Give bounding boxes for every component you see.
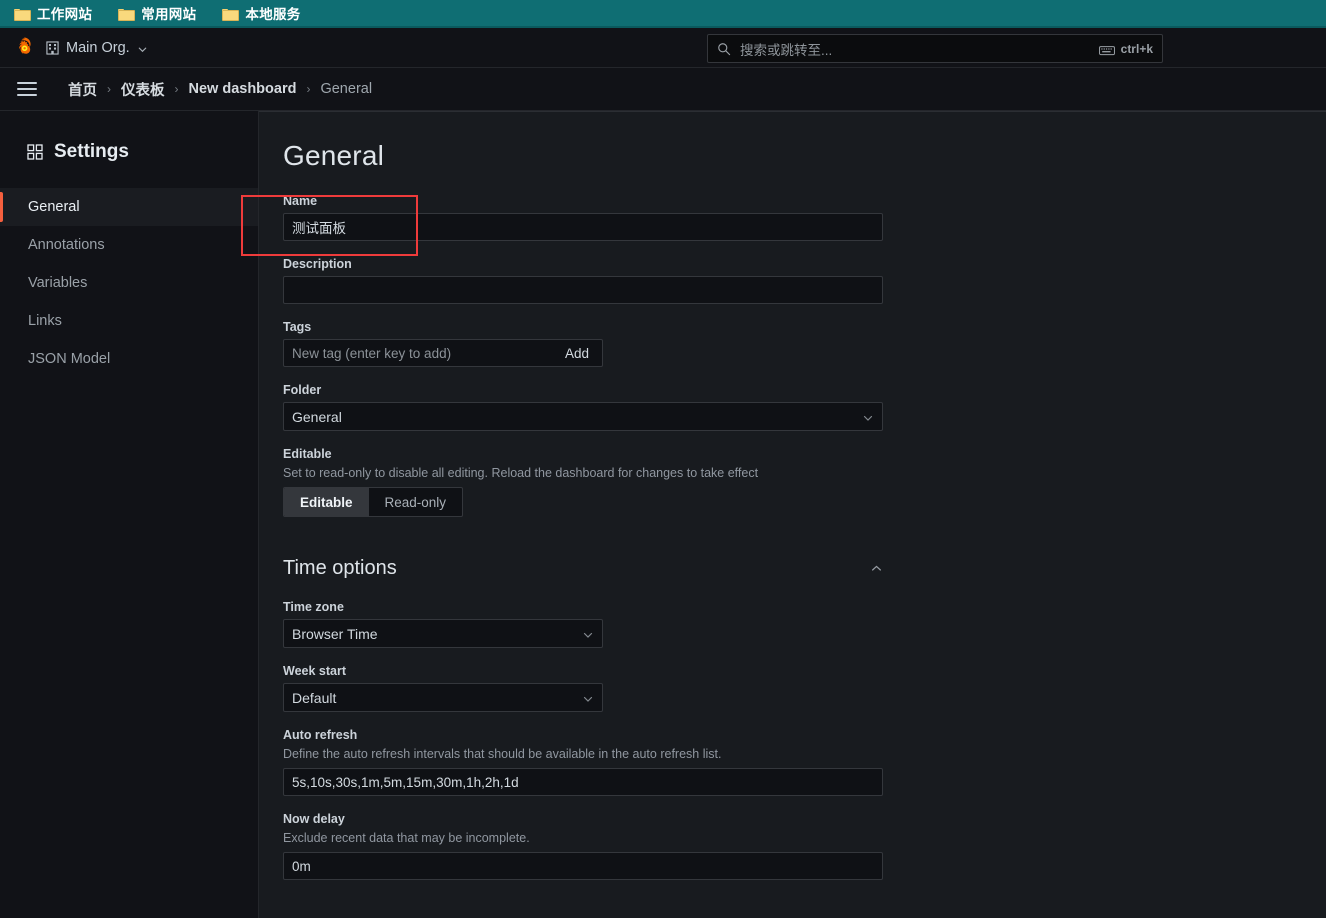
week-start-select[interactable]: Default: [283, 683, 603, 712]
breadcrumb-item-new-dashboard[interactable]: New dashboard: [183, 79, 303, 99]
settings-sidebar: Settings General Annotations Variables L…: [0, 111, 259, 918]
chevron-up-icon[interactable]: [870, 562, 883, 575]
auto-refresh-description: Define the auto refresh intervals that s…: [283, 747, 722, 761]
folder-label: Folder: [283, 383, 322, 397]
top-navigation-bar: Main Org. 搜索或跳转至... ctrl+k: [0, 28, 1326, 68]
keyboard-icon: [1098, 43, 1115, 56]
folder-selected-value: General: [292, 408, 342, 425]
section-title-general: General: [283, 140, 385, 171]
sidebar-item-links[interactable]: Links: [0, 302, 258, 340]
breadcrumb-separator: ›: [306, 82, 311, 96]
chevron-down-icon: [582, 628, 594, 640]
org-name-label: Main Org.: [66, 39, 130, 56]
folder-select[interactable]: General: [283, 402, 883, 431]
name-label: Name: [283, 194, 318, 208]
time-zone-label: Time zone: [283, 600, 344, 614]
editable-field-group: Editable Set to read-only to disable all…: [283, 447, 1326, 517]
chevron-down-icon: [862, 411, 874, 423]
bookmark-folder-2[interactable]: 常用网站: [118, 3, 196, 23]
chevron-down-icon: [137, 42, 148, 53]
search-shortcut-label: ctrl+k: [1120, 41, 1153, 56]
now-delay-label: Now delay: [283, 812, 345, 826]
grafana-logo-icon: [14, 37, 36, 59]
sidebar-item-label: JSON Model: [28, 351, 111, 367]
editable-radio-group: Editable Read-only: [283, 487, 464, 517]
now-delay-field-group: Now delay Exclude recent data that may b…: [283, 812, 1326, 880]
breadcrumb-item-home[interactable]: 首页: [62, 77, 103, 102]
folder-icon: [118, 7, 136, 21]
tags-label: Tags: [283, 320, 312, 334]
settings-header: Settings: [0, 141, 258, 163]
breadcrumb-bar: 首页 › 仪表板 › New dashboard › General: [0, 68, 1326, 111]
time-zone-selected-value: Browser Time: [292, 625, 378, 642]
org-switcher[interactable]: Main Org.: [0, 37, 148, 59]
now-delay-description: Exclude recent data that may be incomple…: [283, 831, 530, 845]
bookmark-folder-1[interactable]: 工作网站: [14, 3, 92, 23]
description-input[interactable]: [283, 276, 883, 304]
editable-option-readonly[interactable]: Read-only: [369, 488, 463, 516]
bookmark-label: 本地服务: [245, 7, 301, 22]
time-zone-field-group: Time zone Browser Time: [283, 600, 1326, 648]
tags-input[interactable]: [284, 340, 552, 366]
hamburger-menu-icon[interactable]: [17, 82, 37, 96]
editable-option-editable[interactable]: Editable: [284, 488, 369, 516]
week-start-selected-value: Default: [292, 689, 337, 706]
breadcrumb-item-general[interactable]: General: [314, 79, 378, 99]
editable-description: Set to read-only to disable all editing.…: [283, 466, 759, 480]
sidebar-item-label: Annotations: [28, 237, 105, 253]
sidebar-item-annotations[interactable]: Annotations: [0, 226, 258, 264]
sidebar-item-general[interactable]: General: [0, 188, 258, 226]
sidebar-item-label: Links: [28, 313, 62, 329]
search-icon: [717, 42, 731, 56]
auto-refresh-input[interactable]: 5s,10s,30s,1m,5m,15m,30m,1h,2h,1d: [283, 768, 883, 796]
now-delay-input[interactable]: 0m: [283, 852, 883, 880]
search-input[interactable]: 搜索或跳转至... ctrl+k: [707, 34, 1163, 63]
browser-bookmark-bar: 工作网站 常用网站 本地服务: [0, 0, 1326, 28]
breadcrumb-item-dashboards[interactable]: 仪表板: [115, 77, 171, 102]
sidebar-item-label: General: [28, 199, 80, 215]
folder-icon: [14, 7, 31, 21]
auto-refresh-label: Auto refresh: [283, 728, 358, 742]
page-title: Settings: [54, 141, 129, 162]
breadcrumb-separator: ›: [174, 82, 179, 96]
sidebar-item-label: Variables: [28, 275, 88, 291]
apps-grid-icon: [27, 144, 43, 160]
chevron-down-icon: [582, 692, 594, 704]
search-placeholder: 搜索或跳转至...: [740, 42, 833, 58]
time-zone-select[interactable]: Browser Time: [283, 619, 603, 648]
folder-icon: [222, 7, 240, 21]
folder-field-group: Folder General: [283, 383, 1326, 431]
tags-field-group: Tags Add: [283, 320, 1326, 367]
description-label: Description: [283, 257, 352, 271]
building-icon: [46, 40, 59, 55]
bookmark-label: 常用网站: [141, 7, 197, 22]
name-field-group: Name 测试面板: [283, 194, 1326, 241]
time-options-section-header[interactable]: Time options: [283, 557, 883, 580]
bookmark-folder-3[interactable]: 本地服务: [222, 3, 300, 23]
auto-refresh-field-group: Auto refresh Define the auto refresh int…: [283, 728, 1326, 796]
name-input[interactable]: 测试面板: [283, 213, 883, 241]
settings-general-panel: General Name 测试面板 Description Tags Add F…: [259, 111, 1326, 918]
week-start-label: Week start: [283, 664, 346, 678]
description-field-group: Description: [283, 257, 1326, 304]
sidebar-item-json-model[interactable]: JSON Model: [0, 340, 258, 378]
time-options-title: Time options: [283, 557, 397, 579]
breadcrumb: 首页 › 仪表板 › New dashboard › General: [62, 77, 378, 102]
week-start-field-group: Week start Default: [283, 664, 1326, 712]
tags-input-row: Add: [283, 339, 603, 367]
bookmark-label: 工作网站: [37, 7, 93, 22]
breadcrumb-separator: ›: [107, 82, 111, 96]
page-body: Settings General Annotations Variables L…: [0, 111, 1326, 918]
editable-label: Editable: [283, 447, 332, 461]
sidebar-item-variables[interactable]: Variables: [0, 264, 258, 302]
add-tag-button[interactable]: Add: [552, 340, 602, 366]
